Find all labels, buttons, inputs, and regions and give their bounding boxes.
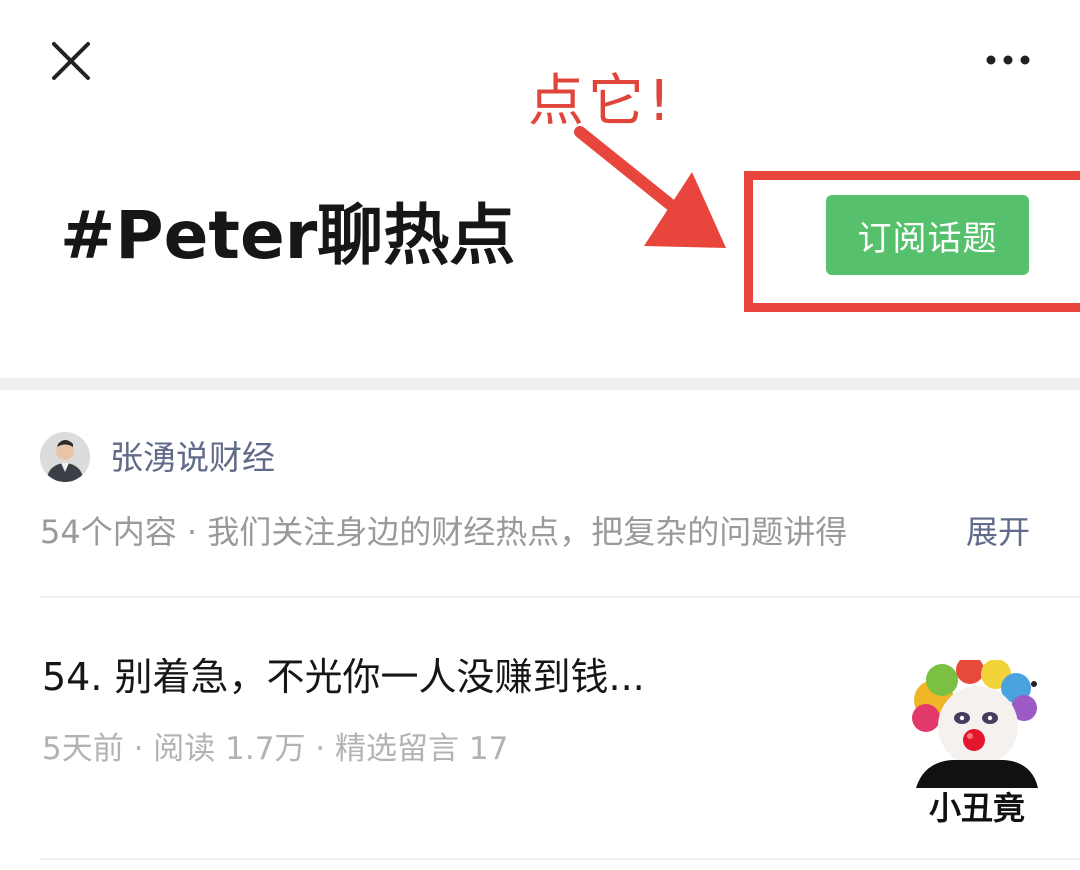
list-divider-bottom xyxy=(40,858,1080,860)
subscribe-topic-button[interactable]: 订阅话题 xyxy=(826,195,1029,275)
close-button[interactable] xyxy=(50,40,92,82)
clown-face-icon xyxy=(912,656,1038,788)
section-divider xyxy=(0,378,1080,390)
description-text: 54个内容 · 我们关注身边的财经热点，把复杂的问题讲得 xyxy=(40,513,848,551)
more-button[interactable] xyxy=(980,48,1036,72)
article-thumbnail[interactable]: 小丑竟 xyxy=(912,656,1042,828)
close-icon xyxy=(52,42,90,80)
avatar[interactable] xyxy=(40,432,90,482)
author-name[interactable]: 张湧说财经 xyxy=(110,436,275,480)
page-title: #Peter聊热点 xyxy=(60,197,516,274)
person-icon xyxy=(40,432,90,482)
list-divider xyxy=(40,596,1080,598)
thumbnail-caption: 小丑竟 xyxy=(928,789,1025,827)
expand-link[interactable]: 展开 xyxy=(966,508,1030,556)
topic-description: 54个内容 · 我们关注身边的财经热点，把复杂的问题讲得 xyxy=(40,508,950,556)
more-horizontal-icon xyxy=(986,55,1030,65)
article-title[interactable]: 54. 别着急，不光你一人没赚到钱... xyxy=(42,650,645,704)
description-fade xyxy=(860,508,950,556)
article-meta: 5天前 · 阅读 1.7万 · 精选留言 17 xyxy=(42,731,509,767)
